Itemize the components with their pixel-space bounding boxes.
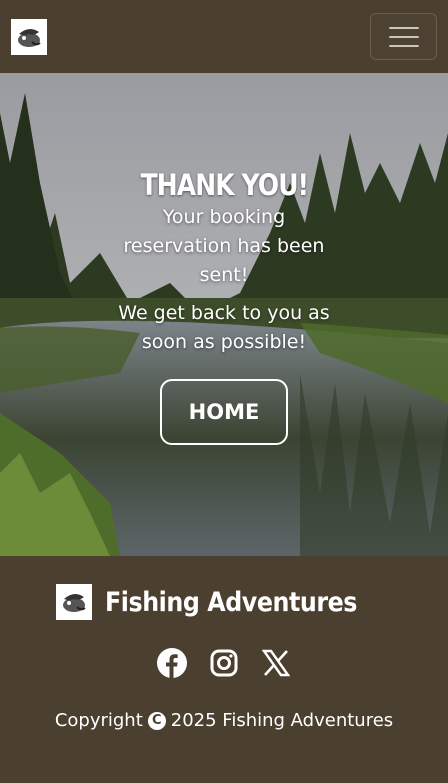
- x-link[interactable]: [261, 648, 291, 678]
- fish-logo-icon: [18, 28, 41, 47]
- booking-sent-message: Your booking reservation has been sent!: [123, 206, 325, 286]
- follow-up-message: We get back to you as soon as possible!: [118, 302, 330, 353]
- home-button[interactable]: HOME: [160, 379, 288, 445]
- hamburger-menu-icon: [388, 44, 419, 47]
- hero-section: THANK YOU! Your booking reservation has …: [0, 73, 448, 556]
- fish-logo-icon: [63, 593, 86, 612]
- page-title: THANK YOU!: [140, 168, 308, 202]
- menu-toggle-button[interactable]: [370, 13, 437, 60]
- navbar: [0, 0, 448, 73]
- logo-link[interactable]: [11, 18, 47, 55]
- instagram-link[interactable]: [209, 648, 239, 678]
- hamburger-menu-icon: [388, 26, 419, 29]
- thank-you-content: THANK YOU! Your booking reservation has …: [0, 168, 448, 445]
- x-icon: [262, 649, 290, 677]
- social-links: [157, 648, 291, 678]
- copyright-text: 2025 Fishing Adventures: [170, 710, 394, 731]
- facebook-link[interactable]: [157, 648, 187, 678]
- footer: Fishing Adventures Copyright C 2025 Fish…: [0, 556, 448, 783]
- footer-brand-name: Fishing Adventures: [105, 586, 358, 618]
- instagram-icon: [210, 649, 238, 677]
- copyright: Copyright C 2025 Fishing Adventures: [55, 710, 393, 731]
- copyright-prefix: Copyright: [54, 710, 143, 731]
- footer-logo: [56, 584, 93, 620]
- facebook-icon: [157, 648, 187, 678]
- hamburger-menu-icon: [388, 35, 419, 38]
- copyright-icon: C: [147, 711, 166, 730]
- footer-brand: Fishing Adventures: [56, 584, 391, 620]
